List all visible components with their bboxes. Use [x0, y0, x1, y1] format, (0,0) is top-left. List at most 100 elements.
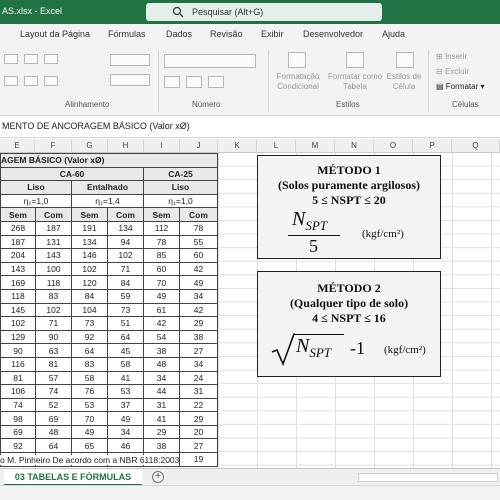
table-cell[interactable]: 48: [143, 356, 180, 372]
table-cell[interactable]: 22: [179, 397, 218, 413]
align-left-icon[interactable]: [4, 76, 18, 86]
column-header[interactable]: H: [108, 139, 144, 153]
table-cell[interactable]: 102: [107, 248, 144, 263]
table-cell[interactable]: 46: [107, 438, 144, 454]
column-header[interactable]: P: [413, 139, 452, 153]
table-cell[interactable]: 187: [0, 234, 36, 250]
table-cell[interactable]: 65: [71, 438, 108, 454]
eta-entalhado[interactable]: η₁=1,4: [71, 193, 144, 209]
table-cell[interactable]: 84: [107, 275, 144, 290]
table-cell[interactable]: 49: [107, 411, 144, 426]
table-cell[interactable]: 54: [143, 329, 180, 345]
tab-exibir[interactable]: Exibir: [261, 29, 284, 39]
eta-liso[interactable]: η₁=1,0: [0, 193, 72, 209]
table-cell[interactable]: 102: [35, 302, 72, 318]
table-cell[interactable]: 42: [143, 316, 180, 331]
column-header[interactable]: G: [72, 139, 108, 153]
thousands-icon[interactable]: [208, 76, 224, 88]
align-top-icon[interactable]: [4, 54, 18, 64]
table-cell[interactable]: 41: [107, 370, 144, 386]
table-cell[interactable]: 74: [0, 397, 36, 413]
column-header[interactable]: N: [335, 139, 374, 153]
tab-ajuda[interactable]: Ajuda: [382, 29, 405, 39]
table-title[interactable]: AGEM BÁSICO (Valor xØ): [0, 153, 218, 168]
table-cell[interactable]: 102: [71, 261, 108, 277]
table-cell[interactable]: 70: [71, 411, 108, 426]
wrap-text-icon[interactable]: [110, 54, 150, 66]
table-cell[interactable]: 81: [0, 370, 36, 386]
group-header-ca60[interactable]: CA-60: [0, 166, 144, 182]
table-cell[interactable]: 78: [143, 234, 180, 250]
table-cell[interactable]: 38: [179, 329, 218, 345]
sheet-tab-active[interactable]: 03 TABELAS E FÓRMULAS: [4, 469, 142, 486]
inserir-button[interactable]: ⊞ Inserir: [436, 52, 467, 62]
table-cell[interactable]: 38: [143, 438, 180, 454]
column-header[interactable]: L: [257, 139, 296, 153]
table-cell[interactable]: 34: [179, 356, 218, 372]
column-header[interactable]: F: [35, 139, 72, 153]
table-cell[interactable]: 143: [35, 248, 72, 263]
table-cell[interactable]: 49: [179, 275, 218, 290]
column-header[interactable]: M: [296, 139, 335, 153]
table-cell[interactable]: 51: [107, 316, 144, 331]
tab-desenvolvedor[interactable]: Desenvolvedor: [303, 29, 363, 39]
column-header[interactable]: K: [218, 139, 257, 153]
table-cell[interactable]: 90: [0, 343, 36, 358]
table-cell[interactable]: 73: [71, 316, 108, 331]
table-cell[interactable]: 49: [71, 424, 108, 440]
table-cell[interactable]: 102: [0, 316, 36, 331]
table-cell[interactable]: 31: [179, 384, 218, 399]
table-cell[interactable]: 64: [71, 343, 108, 358]
col-header-com[interactable]: Com: [35, 207, 72, 222]
align-center-icon[interactable]: [24, 76, 38, 86]
table-cell[interactable]: 169: [0, 275, 36, 290]
group-header-ca25[interactable]: CA-25: [143, 166, 218, 182]
table-cell[interactable]: 42: [179, 261, 218, 277]
table-cell[interactable]: 145: [0, 302, 36, 318]
table-cell[interactable]: 71: [107, 261, 144, 277]
eta-liso-ca25[interactable]: η₁=1,0: [143, 193, 218, 209]
table-cell[interactable]: 69: [0, 424, 36, 440]
merge-center-icon[interactable]: [110, 74, 150, 86]
table-cell[interactable]: 118: [35, 275, 72, 290]
table-cell[interactable]: 34: [107, 424, 144, 440]
formatar-tabela-button[interactable]: Formatar como Tabela: [326, 72, 384, 92]
table-cell[interactable]: 58: [71, 370, 108, 386]
table-cell[interactable]: 134: [107, 220, 144, 236]
table-cell[interactable]: 29: [179, 411, 218, 426]
table-cell[interactable]: 20: [179, 424, 218, 440]
table-cell[interactable]: 90: [35, 329, 72, 345]
worksheet-grid[interactable]: AGEM BÁSICO (Valor xØ) CA-60 CA-25 Liso …: [0, 153, 500, 468]
table-cell[interactable]: 129: [0, 329, 36, 345]
table-cell[interactable]: 120: [71, 275, 108, 290]
table-cell[interactable]: 64: [35, 438, 72, 454]
table-cell[interactable]: 52: [35, 397, 72, 413]
col-header-com[interactable]: Com: [107, 207, 144, 222]
table-cell[interactable]: 78: [179, 220, 218, 236]
col-header-com[interactable]: Com: [179, 207, 218, 222]
currency-icon[interactable]: [164, 76, 180, 88]
table-cell[interactable]: 55: [179, 234, 218, 250]
table-cell[interactable]: 37: [107, 397, 144, 413]
table-cell[interactable]: 71: [35, 316, 72, 331]
formula-bar[interactable]: MENTO DE ANCORAGEM BÁSICO (Valor xØ): [0, 116, 500, 138]
table-cell[interactable]: 53: [107, 384, 144, 399]
subgroup-liso-ca25[interactable]: Liso: [143, 180, 218, 195]
table-cell[interactable]: 143: [0, 261, 36, 277]
table-cell[interactable]: 81: [35, 356, 72, 372]
table-cell[interactable]: 64: [107, 329, 144, 345]
column-header[interactable]: E: [0, 139, 35, 153]
table-cell[interactable]: 38: [143, 343, 180, 358]
table-cell[interactable]: 31: [143, 397, 180, 413]
table-cell[interactable]: 268: [0, 220, 36, 236]
table-cell[interactable]: 94: [107, 234, 144, 250]
table-cell[interactable]: 58: [107, 356, 144, 372]
conditional-format-icon[interactable]: [288, 52, 306, 68]
table-cell[interactable]: 83: [35, 288, 72, 304]
table-cell[interactable]: 49: [143, 288, 180, 304]
table-cell[interactable]: 131: [35, 234, 72, 250]
table-cell[interactable]: 24: [179, 370, 218, 386]
cell-styles-icon[interactable]: [396, 52, 414, 68]
table-cell[interactable]: 69: [35, 411, 72, 426]
table-cell[interactable]: 34: [179, 288, 218, 304]
